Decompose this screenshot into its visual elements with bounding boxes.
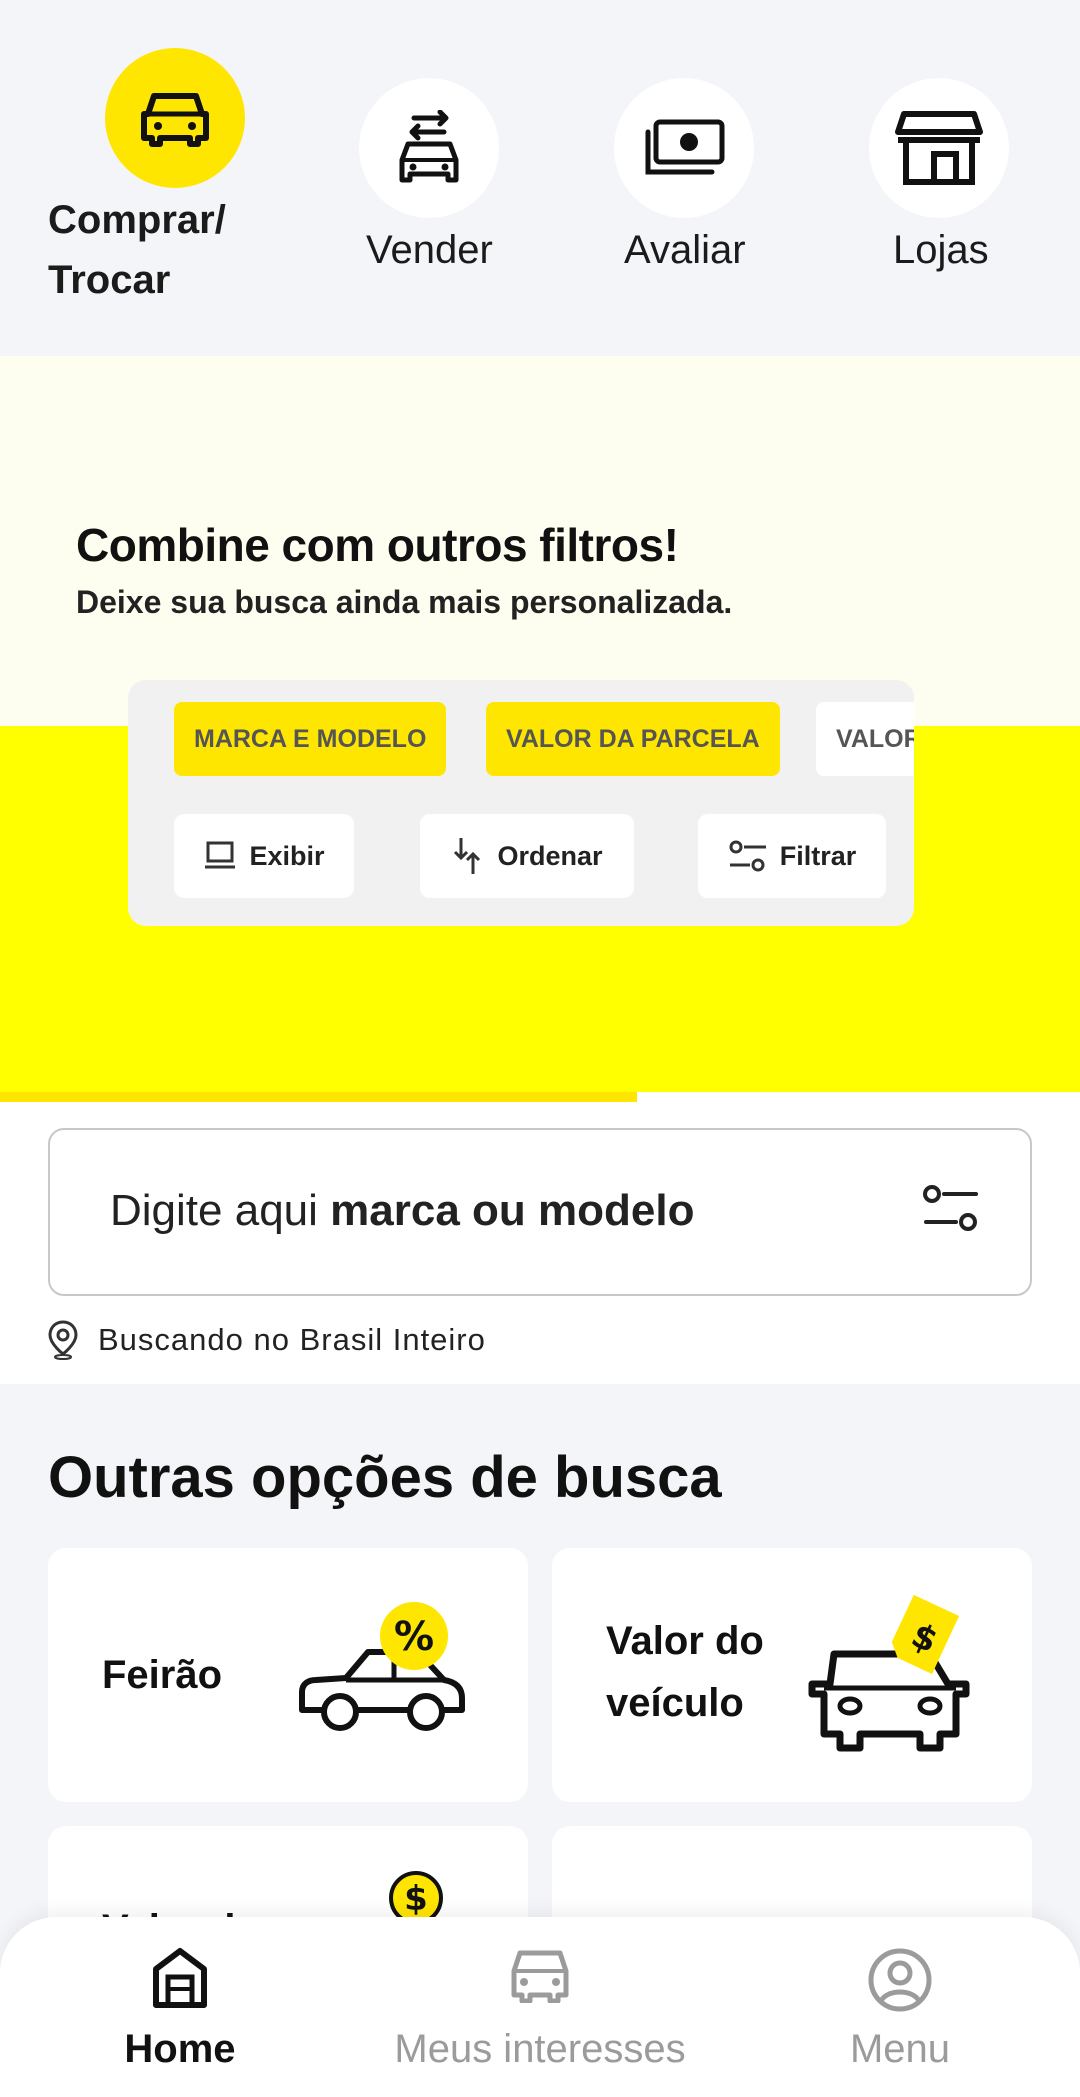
store-icon xyxy=(869,78,1009,218)
car-front-icon xyxy=(105,48,245,188)
money-icon xyxy=(614,78,754,218)
option-label-feirao: Feirão xyxy=(102,1653,223,1697)
mock-exibir-button: Exibir xyxy=(174,814,354,898)
option-card-valor-veiculo[interactable]: Valor do veículo $ xyxy=(552,1548,1032,1802)
chip-marca-modelo: MARCA E MODELO xyxy=(174,702,447,776)
location-text: Buscando no Brasil Inteiro xyxy=(98,1322,486,1357)
home-icon xyxy=(153,1948,207,2008)
nav-label-vender: Vender xyxy=(366,228,493,272)
svg-text:%: % xyxy=(394,1614,434,1660)
car-icon xyxy=(511,1950,569,2003)
filter-icon xyxy=(729,840,766,872)
search-placeholder: Digite aqui marca ou modelo xyxy=(110,1186,695,1235)
bottom-nav-menu[interactable]: Menu xyxy=(720,1917,1080,2097)
nav-item-avaliar[interactable]: Avaliar xyxy=(558,0,813,340)
bottom-nav-interesses[interactable]: Meus interesses xyxy=(360,1917,720,2097)
banner-title: Combine com outros filtros! xyxy=(76,519,679,571)
search-section: Digite aqui marca ou modelo Buscando no … xyxy=(0,1102,1080,1384)
location-pin-icon xyxy=(48,1320,78,1360)
mock-filtrar-button: Filtrar xyxy=(698,814,886,898)
chip-valor: VALOR xyxy=(816,702,914,776)
promo-banner[interactable]: Combine com outros filtros! Deixe sua bu… xyxy=(0,356,1080,1092)
nav-item-lojas[interactable]: Lojas xyxy=(813,0,1068,340)
nav-label-lojas: Lojas xyxy=(893,228,989,272)
bottom-nav-home-label: Home xyxy=(124,2027,236,2071)
search-filter-icon[interactable] xyxy=(922,1184,980,1239)
car-exchange-icon xyxy=(359,78,499,218)
mock-ordenar-button: Ordenar xyxy=(420,814,634,898)
search-input[interactable]: Digite aqui marca ou modelo xyxy=(48,1128,1032,1296)
chip-valor-parcela: VALOR DA PARCELA xyxy=(486,702,780,776)
mock-filtrar-label: Filtrar xyxy=(779,840,857,871)
bottom-nav: Home Meus interesses Menu xyxy=(0,1917,1080,2097)
top-nav: Comprar/ Trocar Vender Avaliar Lojas xyxy=(0,0,1080,356)
nav-label-avaliar: Avaliar xyxy=(624,228,746,272)
sort-icon xyxy=(454,838,481,874)
bottom-nav-home[interactable]: Home xyxy=(0,1917,360,2097)
svg-text:$: $ xyxy=(404,1879,428,1919)
bottom-nav-interesses-label: Meus interesses xyxy=(394,2027,686,2071)
banner-subtitle: Deixe sua busca ainda mais personalizada… xyxy=(76,584,733,620)
other-options-title: Outras opções de busca xyxy=(48,1445,722,1510)
nav-item-vender[interactable]: Vender xyxy=(303,0,558,340)
nav-item-comprar-trocar[interactable]: Comprar/ Trocar xyxy=(40,0,295,340)
carousel-progress-fill xyxy=(0,1092,638,1102)
display-icon xyxy=(205,841,236,869)
option-card-feirao[interactable]: Feirão % xyxy=(48,1548,528,1802)
user-circle-icon xyxy=(868,1948,932,2012)
filter-mockup: MARCA E MODELO VALOR DA PARCELA VALOR Ex… xyxy=(128,680,914,926)
car-price-tag-icon: $ xyxy=(808,1594,970,1752)
nav-label-comprar-trocar: Comprar/ Trocar xyxy=(48,198,226,302)
option-label-valor-veiculo: Valor do veículo xyxy=(606,1619,764,1725)
location-indicator[interactable]: Buscando no Brasil Inteiro xyxy=(48,1320,486,1360)
mock-ordenar-label: Ordenar xyxy=(497,840,603,871)
mock-exibir-label: Exibir xyxy=(249,840,325,871)
bottom-nav-menu-label: Menu xyxy=(849,2027,951,2071)
car-discount-icon: % xyxy=(299,1602,465,1731)
carousel-progress xyxy=(0,1092,1080,1102)
